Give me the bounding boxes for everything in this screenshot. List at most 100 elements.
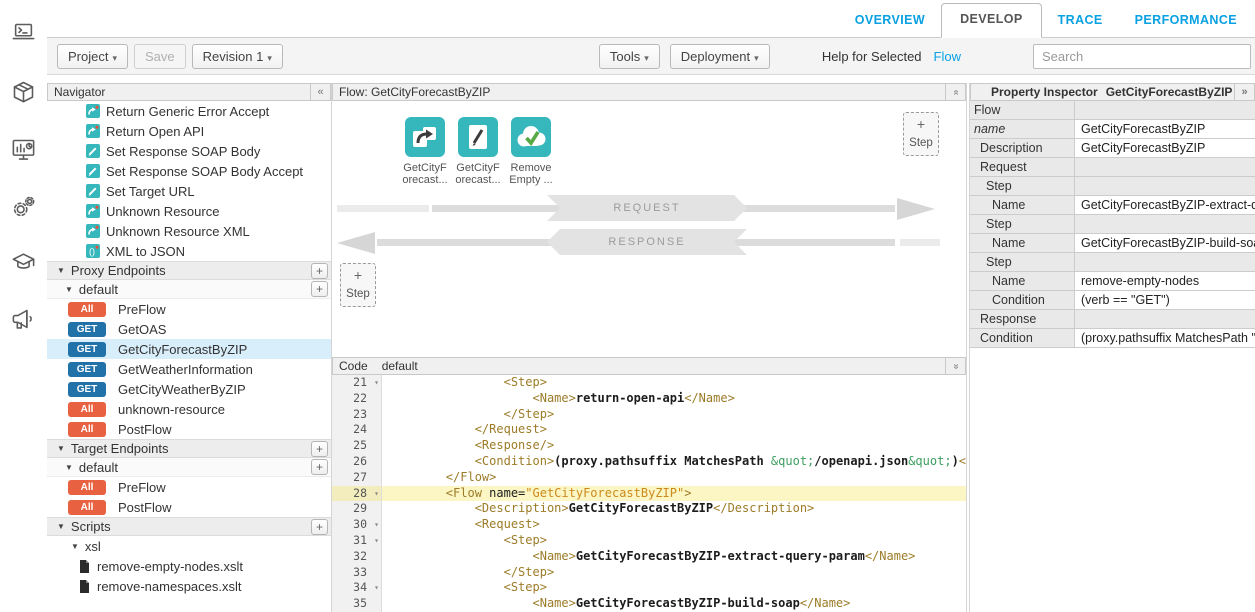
property-value[interactable] (1075, 177, 1255, 195)
property-value[interactable]: remove-empty-nodes (1075, 272, 1255, 290)
line-number[interactable]: 25 (332, 438, 382, 454)
fold-toggle-icon[interactable]: ▾ (374, 375, 379, 391)
code-tab-default[interactable]: default (382, 359, 418, 373)
line-number[interactable]: 35 (332, 596, 382, 612)
property-value[interactable]: GetCityForecastByZIP (1075, 120, 1255, 138)
add-button[interactable]: + (311, 441, 328, 457)
navigator-subsection-default[interactable]: ▼default+ (47, 280, 331, 299)
add-button[interactable]: + (311, 263, 328, 279)
property-row-response[interactable]: Response (970, 310, 1255, 329)
add-button[interactable]: + (311, 281, 328, 297)
line-number[interactable]: 29 (332, 501, 382, 517)
collapse-up-icon[interactable]: « (945, 84, 965, 100)
navigator-policy-item[interactable]: Return Generic Error Accept (47, 101, 331, 121)
line-number[interactable]: 21▾ (332, 375, 382, 391)
navigator-flow-item[interactable]: GETGetCityWeatherByZIP (47, 379, 331, 399)
property-value[interactable] (1075, 253, 1255, 271)
navigator-policy-item[interactable]: Return Open API (47, 121, 331, 141)
step-label[interactable]: RemoveEmpty ... (503, 162, 559, 186)
line-number[interactable]: 24 (332, 422, 382, 438)
navigator-flow-item[interactable]: AllPreFlow (47, 477, 331, 497)
navigator-policy-item[interactable]: Unknown Resource (47, 201, 331, 221)
terminal-icon[interactable] (10, 20, 37, 47)
navigator-policy-item[interactable]: Set Target URL (47, 181, 331, 201)
property-value[interactable] (1075, 310, 1255, 328)
line-number[interactable]: 28▾ (332, 486, 382, 502)
gears-icon[interactable] (10, 193, 37, 220)
navigator-file-item[interactable]: remove-namespaces.xslt (47, 576, 331, 596)
line-number[interactable]: 31▾ (332, 533, 382, 549)
navigator-flow-item[interactable]: AllPostFlow (47, 419, 331, 439)
tab-overview[interactable]: OVERVIEW (839, 4, 941, 38)
package-icon[interactable] (10, 78, 37, 105)
code-line-23[interactable]: 23 </Step> (332, 407, 966, 423)
fold-toggle-icon[interactable]: ▾ (374, 486, 379, 502)
navigator-flow-item[interactable]: Allunknown-resource (47, 399, 331, 419)
expand-triangle-icon[interactable]: ▼ (57, 266, 65, 275)
navigator-section-scripts[interactable]: ▼Scripts+ (47, 517, 331, 536)
line-number[interactable]: 26 (332, 454, 382, 470)
property-row-step[interactable]: Step (970, 177, 1255, 196)
fold-toggle-icon[interactable]: ▾ (374, 580, 379, 596)
code-line-34[interactable]: 34▾ <Step> (332, 580, 966, 596)
navigator-flow-item[interactable]: GETGetCityForecastByZIP (47, 339, 331, 359)
property-row-name[interactable]: NameGetCityForecastByZIP-extract-query-p… (970, 196, 1255, 215)
fold-toggle-icon[interactable]: ▾ (374, 517, 379, 533)
line-number[interactable]: 33 (332, 565, 382, 581)
code-line-29[interactable]: 29 <Description>GetCityForecastByZIP</De… (332, 501, 966, 517)
property-value[interactable]: GetCityForecastByZIP-build-soap (1075, 234, 1255, 252)
fold-toggle-icon[interactable]: ▾ (374, 533, 379, 549)
add-button[interactable]: + (311, 519, 328, 535)
property-value[interactable]: (verb == "GET") (1075, 291, 1255, 309)
property-value[interactable] (1075, 101, 1255, 119)
search-input[interactable] (1033, 44, 1251, 69)
property-row-flow[interactable]: Flow (970, 101, 1255, 120)
navigator-tree-xsl[interactable]: ▼xsl (47, 536, 331, 556)
code-line-26[interactable]: 26 <Condition>(proxy.pathsuffix MatchesP… (332, 454, 966, 470)
code-line-30[interactable]: 30▾ <Request> (332, 517, 966, 533)
expand-triangle-icon[interactable]: ▼ (57, 522, 65, 531)
navigator-policy-item[interactable]: Unknown Resource XML (47, 221, 331, 241)
tab-performance[interactable]: PERFORMANCE (1119, 4, 1253, 38)
expand-triangle-icon[interactable]: ▼ (71, 542, 79, 551)
property-row-condition[interactable]: Condition(verb == "GET") (970, 291, 1255, 310)
help-flow-link[interactable]: Flow (934, 49, 961, 64)
megaphone-icon[interactable] (10, 306, 37, 333)
expand-triangle-icon[interactable]: ▼ (65, 285, 73, 294)
code-line-35[interactable]: 35 <Name>GetCityForecastByZIP-build-soap… (332, 596, 966, 612)
project-menu-button[interactable]: Project▾ (57, 44, 128, 69)
line-number[interactable]: 32 (332, 549, 382, 565)
code-line-25[interactable]: 25 <Response/> (332, 438, 966, 454)
navigator-flow-item[interactable]: GETGetWeatherInformation (47, 359, 331, 379)
education-icon[interactable] (10, 248, 37, 275)
step-label[interactable]: GetCityForecast... (397, 162, 453, 186)
property-value[interactable] (1075, 215, 1255, 233)
add-step-button-request[interactable]: + Step (903, 112, 939, 156)
code-line-24[interactable]: 24 </Request> (332, 422, 966, 438)
property-row-step[interactable]: Step (970, 253, 1255, 272)
analytics-icon[interactable] (10, 136, 37, 163)
cloud-check-step-icon[interactable] (511, 117, 551, 157)
property-row-condition[interactable]: Condition(proxy.pathsuffix MatchesPath "… (970, 329, 1255, 348)
property-value[interactable]: GetCityForecastByZIP (1075, 139, 1255, 157)
collapse-right-icon[interactable]: » (1234, 84, 1254, 100)
code-line-21[interactable]: 21▾ <Step> (332, 375, 966, 391)
collapse-down-icon[interactable]: « (945, 358, 965, 374)
tab-develop[interactable]: DEVELOP (941, 3, 1042, 38)
line-number[interactable]: 22 (332, 391, 382, 407)
code-line-27[interactable]: 27 </Flow> (332, 470, 966, 486)
property-row-step[interactable]: Step (970, 215, 1255, 234)
code-line-32[interactable]: 32 <Name>GetCityForecastByZIP-extract-qu… (332, 549, 966, 565)
navigator-file-item[interactable]: remove-empty-nodes.xslt (47, 556, 331, 576)
add-step-button-response[interactable]: + Step (340, 263, 376, 307)
property-row-request[interactable]: Request (970, 158, 1255, 177)
navigator-flow-item[interactable]: AllPostFlow (47, 497, 331, 517)
property-value[interactable]: GetCityForecastByZIP-extract-query-param (1075, 196, 1255, 214)
code-line-33[interactable]: 33 </Step> (332, 565, 966, 581)
navigator-section-proxy-endpoints[interactable]: ▼Proxy Endpoints+ (47, 261, 331, 280)
expand-triangle-icon[interactable]: ▼ (65, 463, 73, 472)
line-number[interactable]: 23 (332, 407, 382, 423)
property-row-description[interactable]: DescriptionGetCityForecastByZIP (970, 139, 1255, 158)
property-value[interactable] (1075, 158, 1255, 176)
line-number[interactable]: 27 (332, 470, 382, 486)
